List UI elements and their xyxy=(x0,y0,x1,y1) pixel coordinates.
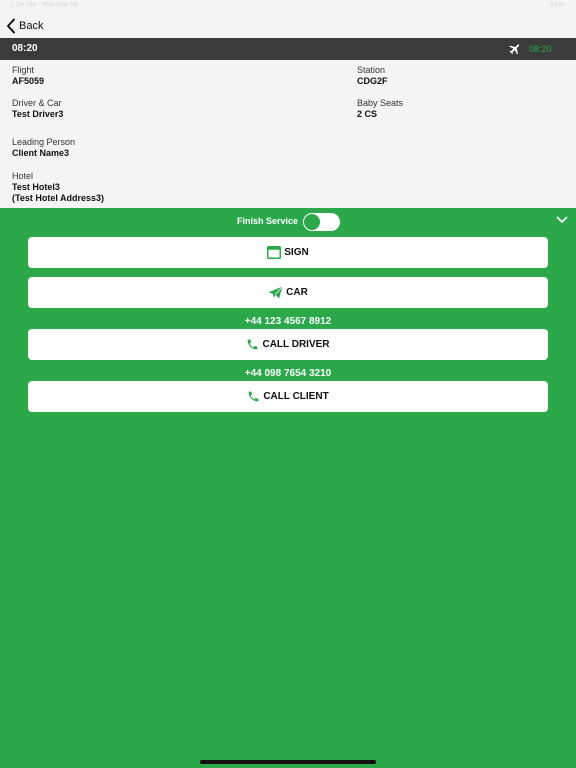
chevron-down-icon[interactable] xyxy=(556,215,568,225)
driver-car-value: Test Driver3 xyxy=(12,109,64,119)
station-value: CDG2F xyxy=(357,76,388,86)
leading-person-label: Leading Person xyxy=(12,137,76,147)
hotel-address: (Test Hotel Address3) xyxy=(12,193,105,203)
status-bar: 1:39 PM Thu Mar 16 81% xyxy=(0,0,576,12)
driver-car-field: Driver & Car Test Driver3 xyxy=(12,98,63,120)
client-phone: +44 098 7654 3210 xyxy=(244,368,332,379)
flight-time: 08:20 xyxy=(529,44,552,54)
flight-value: AF5059 xyxy=(12,76,45,86)
hotel-label: Hotel xyxy=(12,171,34,181)
back-button[interactable]: Back xyxy=(6,17,43,35)
call-client-label: CALL CLIENT xyxy=(263,391,329,402)
schedule-bar: 08:20 08:20 xyxy=(0,38,576,60)
leading-person-field: Leading Person Client Name3 xyxy=(12,137,75,159)
finish-service-label: Finish Service xyxy=(237,216,299,226)
sign-label: SIGN xyxy=(284,247,309,258)
back-label: Back xyxy=(19,20,44,32)
finish-service-row: Finish Service xyxy=(0,212,576,232)
status-time: 1:39 PM xyxy=(10,2,37,9)
toggle-knob xyxy=(304,214,320,230)
call-client-button[interactable]: CALL CLIENT xyxy=(28,381,548,412)
car-button[interactable]: CAR xyxy=(28,277,548,308)
calendar-icon xyxy=(267,246,282,259)
hotel-value: Test Hotel3 xyxy=(12,182,60,192)
status-date: Thu Mar 16 xyxy=(42,2,78,9)
station-label: Station xyxy=(357,65,386,75)
sign-button[interactable]: SIGN xyxy=(28,237,548,268)
call-driver-button[interactable]: CALL DRIVER xyxy=(28,329,548,360)
leading-person-value: Client Name3 xyxy=(12,148,70,158)
hotel-field: Hotel Test Hotel3 (Test Hotel Address3) xyxy=(12,171,104,204)
battery-level: 81% xyxy=(549,2,564,9)
pickup-time: 08:20 xyxy=(12,43,38,54)
baby-seats-value: 2 CS xyxy=(357,109,378,119)
driver-car-label: Driver & Car xyxy=(12,98,62,108)
send-icon xyxy=(268,286,283,299)
phone-icon xyxy=(248,339,258,350)
driver-phone: +44 123 4567 8912 xyxy=(244,316,332,327)
car-label: CAR xyxy=(286,287,308,298)
baby-seats-label: Baby Seats xyxy=(357,98,404,108)
finish-service-toggle[interactable] xyxy=(303,213,340,231)
airplane-icon xyxy=(509,44,520,55)
flight-field: Flight AF5059 xyxy=(12,65,44,87)
station-field: Station CDG2F xyxy=(357,65,388,87)
baby-seats-field: Baby Seats 2 CS xyxy=(357,98,403,120)
home-indicator[interactable] xyxy=(200,760,376,764)
chevron-left-icon xyxy=(7,18,15,34)
flight-label: Flight xyxy=(12,65,35,75)
phone-icon xyxy=(248,391,259,402)
call-driver-label: CALL DRIVER xyxy=(262,339,330,350)
